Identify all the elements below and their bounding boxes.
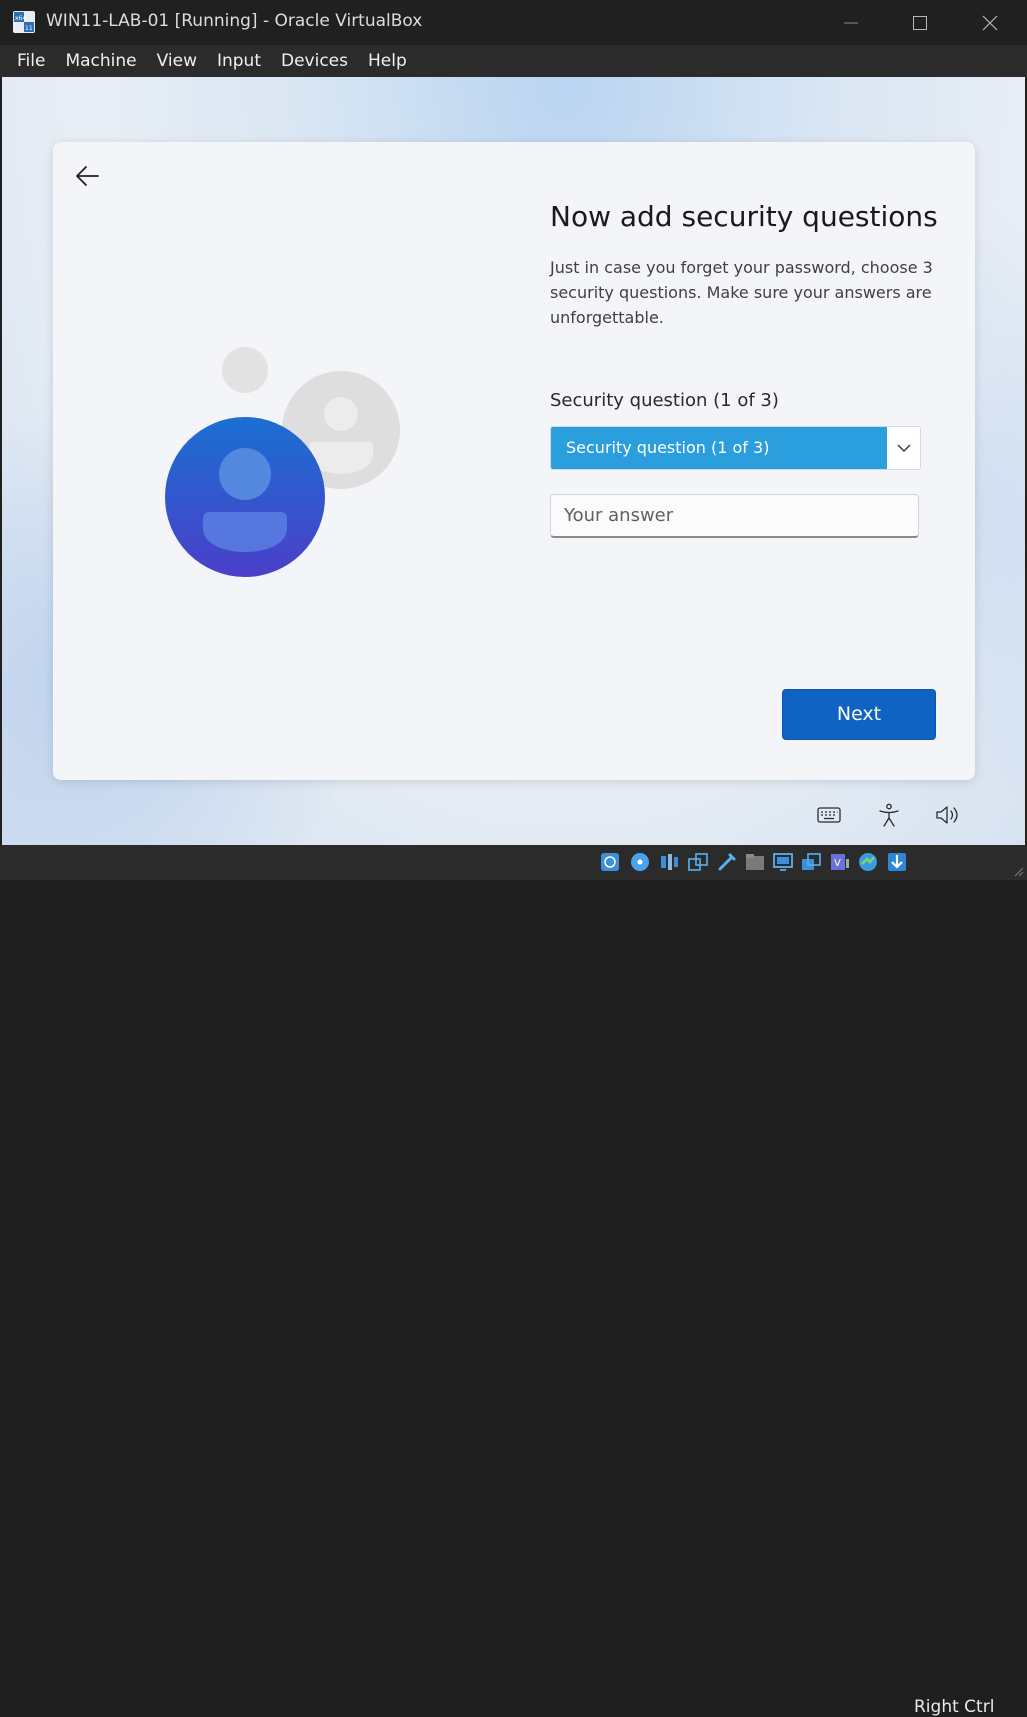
svg-text:x64: x64	[15, 15, 26, 22]
network-icon[interactable]	[687, 851, 709, 873]
keyboard-icon	[817, 807, 841, 823]
virtualbox-window: x64 11 WIN11-LAB-01 [Running] - Oracle V…	[0, 0, 1027, 1717]
menu-machine[interactable]: Machine	[55, 45, 146, 77]
back-button[interactable]	[69, 158, 105, 194]
dropdown-toggle[interactable]	[888, 427, 920, 469]
page-description: Just in case you forget your password, c…	[550, 258, 933, 327]
guest-display[interactable]: Now add security questions Just in case …	[2, 77, 1025, 845]
accessibility-button[interactable]	[875, 802, 903, 828]
security-question-value: Security question (1 of 3)	[551, 427, 887, 469]
svg-text:11: 11	[25, 25, 33, 32]
title-bar[interactable]: x64 11 WIN11-LAB-01 [Running] - Oracle V…	[0, 0, 1027, 45]
keyboard-button[interactable]	[815, 802, 843, 828]
menu-bar: File Machine View Input Devices Help	[0, 45, 1027, 77]
close-icon	[982, 15, 998, 30]
virtualbox-icon: x64 11	[13, 11, 35, 33]
vt-x-icon[interactable]	[857, 851, 879, 873]
volume-button[interactable]	[934, 802, 962, 828]
guest-additions-icon[interactable]	[886, 851, 908, 873]
user-accounts-illustration	[165, 347, 400, 577]
security-question-label: Security question (1 of 3)	[550, 390, 779, 411]
menu-help[interactable]: Help	[358, 45, 417, 77]
audio-icon[interactable]	[658, 851, 680, 873]
volume-icon	[936, 806, 958, 824]
resize-grip-icon[interactable]	[1012, 865, 1024, 877]
menu-file[interactable]: File	[7, 45, 55, 77]
host-key-label[interactable]: Right Ctrl	[914, 1697, 994, 1717]
shared-folders-icon[interactable]	[744, 851, 766, 873]
maximize-button[interactable]	[885, 0, 955, 45]
minimize-icon	[844, 22, 858, 23]
next-button[interactable]: Next	[782, 689, 936, 740]
security-question-select[interactable]: Security question (1 of 3)	[550, 426, 921, 470]
status-bar: V Right Ctrl	[0, 845, 1027, 1717]
hard-disk-icon[interactable]	[599, 851, 621, 873]
menu-input[interactable]: Input	[207, 45, 271, 77]
close-button[interactable]	[955, 0, 1025, 45]
menu-devices[interactable]: Devices	[271, 45, 358, 77]
maximize-icon	[913, 15, 927, 30]
window-title: WIN11-LAB-01 [Running] - Oracle VirtualB…	[46, 11, 423, 31]
usb-icon[interactable]	[716, 851, 738, 873]
display-icon[interactable]	[772, 851, 794, 873]
svg-text:V: V	[834, 858, 841, 869]
capture-icon[interactable]	[800, 851, 822, 873]
recording-icon[interactable]: V	[828, 851, 850, 873]
chevron-down-icon	[897, 444, 911, 452]
accessibility-icon	[879, 803, 899, 827]
page-title: Now add security questions	[550, 200, 938, 233]
answer-input[interactable]	[550, 494, 919, 538]
menu-view[interactable]: View	[147, 45, 207, 77]
optical-drive-icon[interactable]	[629, 851, 651, 873]
back-arrow-icon	[76, 166, 99, 186]
oobe-card: Now add security questions Just in case …	[53, 142, 975, 780]
minimize-button[interactable]	[816, 0, 886, 45]
